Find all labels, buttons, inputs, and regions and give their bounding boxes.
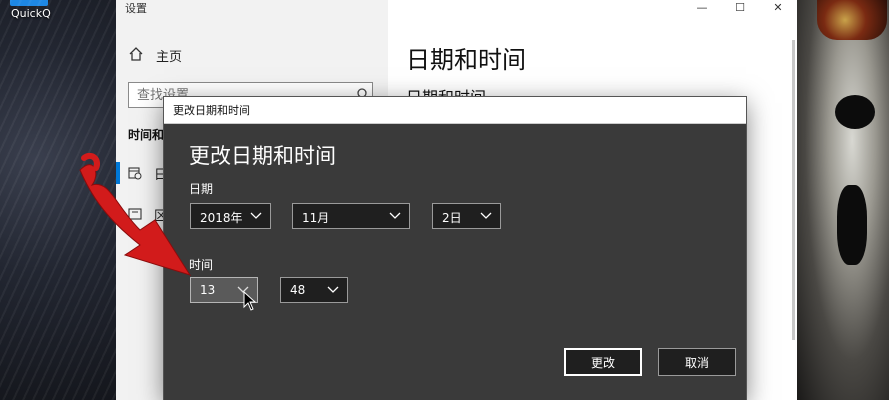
time-label: 时间 xyxy=(189,258,214,272)
minute-value: 48 xyxy=(290,283,306,297)
chevron-down-icon xyxy=(480,212,492,219)
chevron-down-icon xyxy=(250,212,262,219)
close-button[interactable]: ✕ xyxy=(759,0,797,14)
dialog-heading: 更改日期和时间 xyxy=(189,144,336,168)
chevron-down-icon xyxy=(389,212,401,219)
home-nav-label[interactable]: 主页 xyxy=(156,46,182,65)
year-value: 2018年 xyxy=(200,211,243,225)
quickq-app-icon[interactable] xyxy=(10,0,48,6)
page-title: 日期和时间 xyxy=(406,46,526,74)
change-button[interactable]: 更改 xyxy=(564,348,642,376)
skull-eye-left xyxy=(835,95,875,129)
region-icon[interactable] xyxy=(128,207,142,221)
dialog-titlebar[interactable]: 更改日期和时间 xyxy=(164,97,746,124)
selected-nav-indicator xyxy=(116,162,120,184)
year-dropdown[interactable]: 2018年 xyxy=(190,203,271,229)
maximize-button[interactable]: ☐ xyxy=(721,0,759,14)
date-label: 日期 xyxy=(189,182,214,196)
skull-crown-decoration xyxy=(817,0,887,40)
skull-jaw-shadow xyxy=(837,185,867,265)
chevron-down-icon xyxy=(327,286,339,293)
day-value: 2日 xyxy=(442,211,462,225)
home-icon[interactable] xyxy=(128,46,144,62)
desktop-wallpaper-skull xyxy=(797,0,889,400)
day-dropdown[interactable]: 2日 xyxy=(432,203,501,229)
window-title: 设置 xyxy=(125,2,147,15)
month-value: 11月 xyxy=(302,211,330,225)
dialog-title: 更改日期和时间 xyxy=(173,104,250,117)
quickq-shortcut-label[interactable]: QuickQ xyxy=(11,7,51,20)
scrollbar[interactable] xyxy=(792,40,795,340)
month-dropdown[interactable]: 11月 xyxy=(292,203,410,229)
calendar-clock-icon[interactable] xyxy=(128,166,142,180)
minimize-button[interactable]: — xyxy=(683,0,721,14)
cancel-button[interactable]: 取消 xyxy=(658,348,736,376)
sidebar-section-heading: 时间和 xyxy=(128,128,165,142)
window-controls: — ☐ ✕ xyxy=(683,0,797,14)
desktop-background: QuickQ xyxy=(0,0,116,400)
minute-dropdown[interactable]: 48 xyxy=(280,277,348,303)
hour-value: 13 xyxy=(200,283,216,297)
mouse-cursor-icon xyxy=(243,291,257,311)
